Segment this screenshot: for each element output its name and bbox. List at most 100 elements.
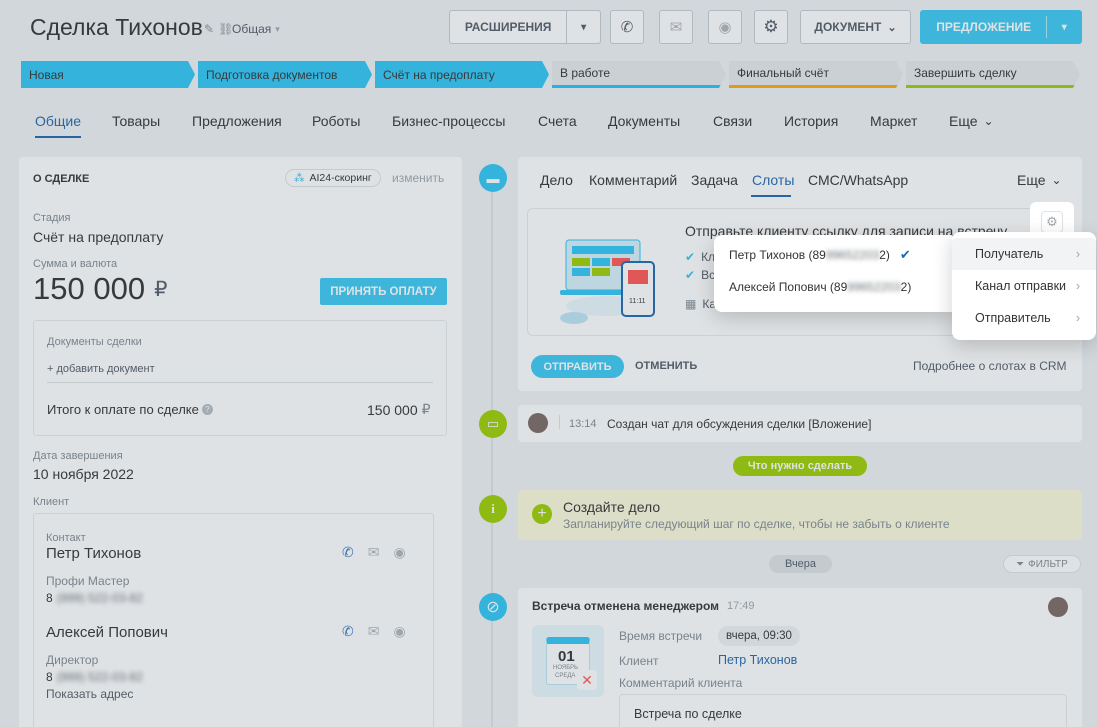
chevron-down-icon[interactable]: ▾ <box>1047 22 1081 33</box>
client-link[interactable]: Петр Тихонов <box>718 653 797 667</box>
amount-value: 150 000 ₽ <box>33 271 167 307</box>
chat-icon[interactable]: ◉ <box>393 623 405 640</box>
line-text: Кл <box>701 250 716 264</box>
phone-icon[interactable]: ✆ <box>610 10 644 44</box>
menu-item-sender[interactable]: Отправитель › <box>952 302 1096 334</box>
menu-item-channel[interactable]: Канал отправки › <box>952 270 1096 302</box>
slots-illustration <box>556 228 668 326</box>
chevron-down-icon[interactable]: ▾ <box>567 22 600 33</box>
menu-label: Получатель <box>975 247 1044 261</box>
contact1-actions: ✆ ✉ ◉ <box>342 544 406 561</box>
check-icon: ✔ <box>899 247 911 262</box>
mail-icon[interactable]: ✉ <box>659 10 693 44</box>
cancel-button[interactable]: ОТМЕНИТЬ <box>635 360 697 372</box>
page-title: Сделка Тихонов <box>30 14 203 40</box>
scoring-label: AI24-скоринг <box>309 172 372 184</box>
mail-icon[interactable]: ✉ <box>368 623 380 640</box>
tab-deal[interactable]: Дело <box>540 172 573 188</box>
help-icon[interactable]: ? <box>201 404 213 415</box>
recipient-option-1[interactable]: Петр Тихонов (89 99652203 2) ✔ <box>729 247 911 263</box>
slots-line1: ✔ Кл <box>685 250 715 264</box>
contact2-name[interactable]: Алексей Попович <box>46 624 168 641</box>
avatar <box>1048 597 1068 617</box>
stage-label: Завершить сделку <box>914 66 1017 80</box>
menu-label: Канал отправки <box>975 279 1067 293</box>
tab-underline <box>35 136 81 138</box>
category-label: Общая <box>232 22 272 36</box>
todo-badge: Что нужно сделать <box>733 456 867 476</box>
show-address-link[interactable]: Показать адрес <box>46 687 133 701</box>
stage-field-value[interactable]: Счёт на предоплату <box>33 229 163 245</box>
recipients-popup: Петр Тихонов (89 99652203 2) ✔ Алексей Поп… <box>714 235 958 312</box>
tab-comment[interactable]: Комментарий <box>589 172 677 188</box>
tab-task[interactable]: Задача <box>691 172 738 188</box>
tab-robots[interactable]: Роботы <box>312 113 360 129</box>
chat-icon[interactable]: ◉ <box>708 10 742 44</box>
create-task-card[interactable] <box>518 490 1082 540</box>
chat-icon[interactable]: ◉ <box>393 544 405 561</box>
stage-final-invoice[interactable]: Финальный счёт <box>729 61 903 88</box>
recipient-option-2[interactable]: Алексей Попович (89 99652203 2) <box>729 280 911 294</box>
link-icon[interactable]: ⛓ <box>218 22 233 36</box>
scoring-badge[interactable]: ⁂ AI24-скоринг <box>285 169 381 187</box>
divider <box>559 415 560 429</box>
document-label: ДОКУМЕНТ <box>814 20 882 34</box>
edit-link[interactable]: изменить <box>392 171 444 185</box>
stage-finish[interactable]: Завершить сделку <box>906 61 1080 88</box>
plus-icon[interactable]: + <box>532 504 552 524</box>
filter-label: ФИЛЬТР <box>1028 558 1068 570</box>
contact2-phone[interactable]: 8 (999) 522-03-82 <box>46 670 143 684</box>
contact2-actions: ✆ ✉ ◉ <box>342 623 406 640</box>
tab-offers[interactable]: Предложения <box>192 113 282 129</box>
total-label: Итого к оплате по сделке ? <box>47 402 213 417</box>
category-selector[interactable]: Общая ▾ <box>232 22 280 36</box>
tab-general[interactable]: Общие <box>35 113 81 129</box>
stage-docs[interactable]: Подготовка документов <box>198 61 372 88</box>
add-document-link[interactable]: + добавить документ <box>47 363 155 375</box>
section-title: О СДЕЛКЕ <box>33 173 90 185</box>
comment-icon: ▬ <box>479 164 507 192</box>
stage-in-work[interactable]: В работе <box>552 61 726 88</box>
stage-label: Подготовка документов <box>206 67 338 82</box>
chevron-down-icon: ⌄ <box>1051 173 1062 187</box>
stage-new[interactable]: Новая <box>21 61 195 88</box>
tab-activity-more[interactable]: Еще ⌄ <box>1017 172 1062 188</box>
tab-slots[interactable]: Слоты <box>752 172 794 188</box>
contact-label: Контакт <box>46 532 86 544</box>
tab-more[interactable]: Еще ⌄ <box>949 113 994 129</box>
close-date-value[interactable]: 10 ноября 2022 <box>33 466 134 482</box>
info-icon: i <box>479 495 507 523</box>
document-button[interactable]: ДОКУМЕНТ ⌄ <box>800 10 911 44</box>
stage-prepay[interactable]: Счёт на предоплату <box>375 61 549 88</box>
create-subtitle: Запланируйте следующий шаг по сделке, чт… <box>563 517 950 531</box>
tab-documents[interactable]: Документы <box>608 113 680 129</box>
offer-button[interactable]: ПРЕДЛОЖЕНИЕ ▾ <box>920 10 1082 44</box>
contact1-name[interactable]: Петр Тихонов <box>46 545 141 562</box>
mail-icon[interactable]: ✉ <box>368 544 380 561</box>
close-date-label: Дата завершения <box>33 450 123 462</box>
tab-market[interactable]: Маркет <box>870 113 917 129</box>
pencil-icon[interactable]: ✎ <box>204 22 214 36</box>
phone-icon[interactable]: ✆ <box>342 544 354 561</box>
chat-text[interactable]: Создан чат для обсуждения сделки [Вложен… <box>607 417 871 431</box>
meeting-time-value: вчера, 09:30 <box>718 626 800 646</box>
tab-products[interactable]: Товары <box>112 113 160 129</box>
tab-links[interactable]: Связи <box>713 113 752 129</box>
contact1-phone[interactable]: 8 (999) 522-03-82 <box>46 591 143 605</box>
gear-icon[interactable]: ⚙ <box>754 10 788 44</box>
slots-help-link[interactable]: Подробнее о слотах в CRM <box>913 359 1067 373</box>
filter-button[interactable]: ⏷ ФИЛЬТР <box>1003 555 1081 573</box>
tab-history[interactable]: История <box>784 113 838 129</box>
extensions-button[interactable]: РАСШИРЕНИЯ ▾ <box>449 10 601 44</box>
create-title: Создайте дело <box>563 499 661 515</box>
send-button[interactable]: ОТПРАВИТЬ <box>531 355 624 378</box>
phone-icon[interactable]: ✆ <box>342 623 354 640</box>
menu-label: Отправитель <box>975 311 1051 325</box>
menu-item-recipient[interactable]: Получатель › <box>952 238 1096 270</box>
currency-symbol: ₽ <box>154 277 168 301</box>
tab-bizproc[interactable]: Бизнес-процессы <box>392 113 505 129</box>
tab-sms[interactable]: СМС/WhatsApp <box>808 172 908 188</box>
recipient-suffix: 2) <box>900 280 912 294</box>
accept-payment-button[interactable]: ПРИНЯТЬ ОПЛАТУ <box>320 278 447 305</box>
tab-invoices[interactable]: Счета <box>538 113 577 129</box>
